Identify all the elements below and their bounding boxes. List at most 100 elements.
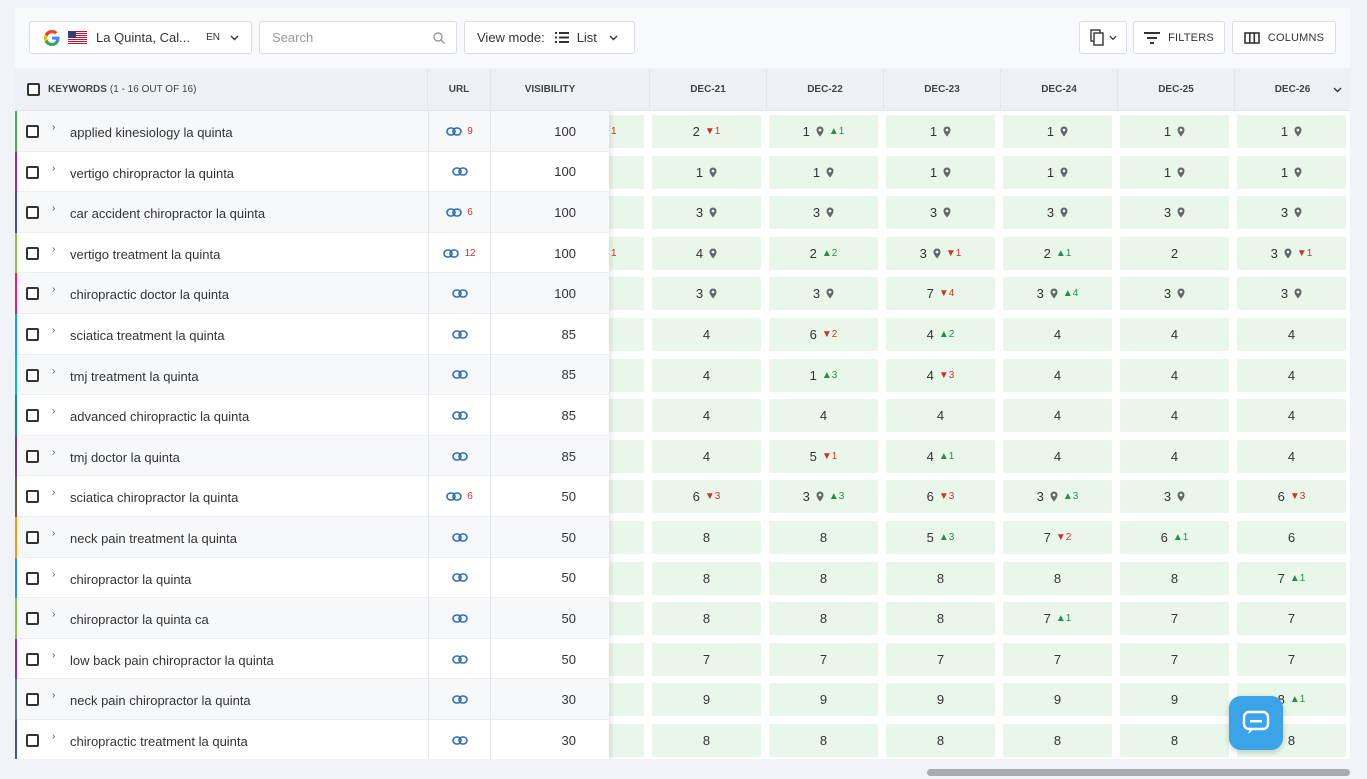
chevron-down-icon[interactable] [1333,87,1342,93]
columns-button[interactable]: COLUMNS [1232,21,1336,54]
table-row[interactable]: › chiropractic doctor la quinta 100 3 3 7 ▼4 3 ▲… [15,273,1350,314]
url-cell[interactable]: 9 [428,111,491,152]
link-icon[interactable] [451,329,468,339]
position-cell[interactable]: 4 [652,236,761,270]
position-cell[interactable]: 8 [652,602,761,636]
position-cell[interactable]: 1 [1237,115,1346,148]
expand-row-icon[interactable]: › [52,122,55,133]
table-row[interactable]: › chiropractor la quinta 50 8 8 8 8 8 7 ▲1 [15,557,1350,599]
link-icon[interactable] [451,167,468,177]
table-row[interactable]: › sciatica treatment la quinta 85 4 6 ▼2 4 ▲2 4 4… [15,314,1350,355]
url-cell[interactable] [428,151,491,193]
position-cell[interactable]: 4 [1003,399,1112,433]
position-cell[interactable]: 7 [886,642,995,676]
url-cell[interactable] [428,435,491,477]
position-cell[interactable]: 4 ▼3 [886,358,995,392]
table-row[interactable]: › neck pain chiropractor la quinta 30 9 9 9 9 9… [15,679,1350,720]
expand-row-icon[interactable]: › [52,325,55,336]
link-icon[interactable] [451,370,468,380]
link-icon[interactable] [451,451,468,461]
position-cell[interactable]: 7 [652,642,761,676]
position-cell[interactable]: 1 ▲1 [769,115,878,148]
url-cell[interactable] [428,638,491,680]
position-cell[interactable]: 4 [1120,399,1229,433]
position-cell[interactable]: 7 [1120,602,1229,636]
row-checkbox[interactable] [26,449,39,463]
position-cell[interactable]: 8 [1120,724,1229,757]
position-cell[interactable]: 3 [769,277,878,311]
position-cell[interactable]: 1 [1237,155,1346,189]
position-cell[interactable]: 7 [1120,642,1229,676]
position-cell[interactable]: 7 [1237,602,1346,636]
url-cell[interactable] [428,273,491,314]
position-cell[interactable]: 1 ▲3 [769,358,878,392]
position-cell[interactable]: 3 ▼1 [886,236,995,270]
position-cell[interactable]: 6 [1237,521,1346,554]
position-cell[interactable]: 4 [652,318,761,351]
view-mode-selector[interactable]: View mode: List [464,21,635,54]
date-header-dec-24[interactable]: DEC-24 [1000,69,1117,111]
url-cell[interactable]: 6 [428,192,491,233]
link-icon[interactable] [451,573,468,583]
position-cell[interactable]: 4 ▲2 [886,318,995,351]
position-cell[interactable]: 1 [769,155,878,189]
table-row[interactable]: › sciatica chiropractor la quinta 6 50 6 ▼3 3 ▲… [15,476,1350,517]
expand-row-icon[interactable]: › [52,447,55,458]
expand-row-icon[interactable]: › [52,690,55,701]
link-icon[interactable] [451,411,468,420]
position-cell[interactable]: 7 [769,642,878,676]
position-cell[interactable]: 3 [1120,196,1229,230]
date-header-dec-23[interactable]: DEC-23 [883,69,1000,111]
position-cell[interactable]: 4 [1120,358,1229,392]
row-checkbox[interactable] [26,206,39,220]
position-cell[interactable]: 3 [1237,196,1346,230]
position-cell[interactable]: 3 ▲3 [1003,480,1112,514]
position-cell[interactable]: 3 [1120,277,1229,311]
position-cell[interactable]: 4 ▲1 [886,439,995,473]
position-cell[interactable]: 1 [886,115,995,148]
expand-row-icon[interactable]: › [52,609,55,620]
position-cell[interactable]: 2 [1120,236,1229,270]
table-row[interactable]: › chiropractic treatment la quinta 30 8 8 8 8 8… [15,720,1350,759]
position-cell[interactable]: 8 [1003,561,1112,595]
position-cell[interactable]: 3 [652,277,761,311]
position-cell[interactable]: 1 [1120,155,1229,189]
expand-row-icon[interactable]: › [52,528,55,539]
link-icon[interactable] [446,208,463,217]
position-cell[interactable]: 9 [1120,683,1229,717]
position-cell[interactable]: 3 [769,196,878,230]
position-cell[interactable]: 8 [886,561,995,595]
position-cell[interactable]: 3 ▲3 [769,480,878,514]
row-checkbox[interactable] [26,652,39,666]
expand-row-icon[interactable]: › [52,244,55,255]
position-cell[interactable]: 8 [769,521,878,554]
position-cell[interactable]: 8 [1003,724,1112,757]
position-cell[interactable]: 3 [652,196,761,230]
position-cell[interactable]: 9 [1003,683,1112,717]
filters-button[interactable]: FILTERS [1133,21,1225,54]
row-checkbox[interactable] [26,490,39,504]
position-cell[interactable]: 3 [1237,277,1346,311]
expand-row-icon[interactable]: › [52,284,55,295]
url-cell[interactable]: 6 [428,476,491,517]
position-cell[interactable]: 1 [886,155,995,189]
link-icon[interactable] [451,695,468,704]
expand-row-icon[interactable]: › [52,366,55,377]
position-cell[interactable]: 4 [1003,358,1112,392]
position-cell[interactable]: 7 [1237,642,1346,676]
url-cell[interactable] [428,395,491,436]
position-cell[interactable]: 5 ▼1 [769,439,878,473]
position-cell[interactable]: 4 [1120,318,1229,351]
position-cell[interactable]: 4 [886,399,995,433]
row-checkbox[interactable] [26,612,39,626]
table-row[interactable]: › low back pain chiropractor la quinta 50 7… [15,638,1350,680]
table-row[interactable]: › chiropractor la quinta ca 50 8 8 8 7 ▲1 7 7 [15,598,1350,639]
link-icon[interactable] [446,126,463,136]
position-cell[interactable]: 4 [652,358,761,392]
location-selector[interactable]: La Quinta, Cal... EN [29,21,252,54]
expand-row-icon[interactable]: › [52,163,55,174]
date-header-dec-26[interactable]: DEC-26 [1234,69,1350,111]
position-cell[interactable]: 7 [1003,642,1112,676]
url-cell[interactable] [428,720,491,759]
position-cell[interactable]: 3 [886,196,995,230]
